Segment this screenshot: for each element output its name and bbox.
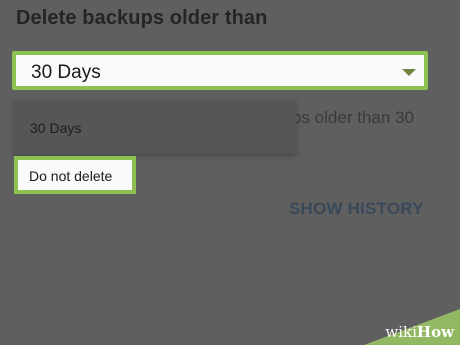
menu-item-do-not-delete[interactable]: Do not delete	[14, 156, 136, 194]
chevron-down-icon[interactable]	[402, 69, 416, 76]
description-line-1: ps older than 30	[292, 108, 414, 127]
wikihow-logo: wikiHow	[385, 323, 454, 341]
backup-age-select[interactable]: 30 Days	[12, 51, 428, 90]
section-title: Delete backups older than	[16, 7, 268, 29]
show-history-button[interactable]: SHOW HISTORY	[289, 199, 424, 219]
menu-item-label: Do not delete	[29, 168, 113, 184]
select-value: 30 Days	[31, 62, 101, 83]
dropdown-menu: 30 Days	[14, 100, 296, 154]
setting-description: ps older than 30 .	[292, 105, 414, 155]
menu-item-30-days[interactable]: 30 Days	[30, 120, 81, 136]
